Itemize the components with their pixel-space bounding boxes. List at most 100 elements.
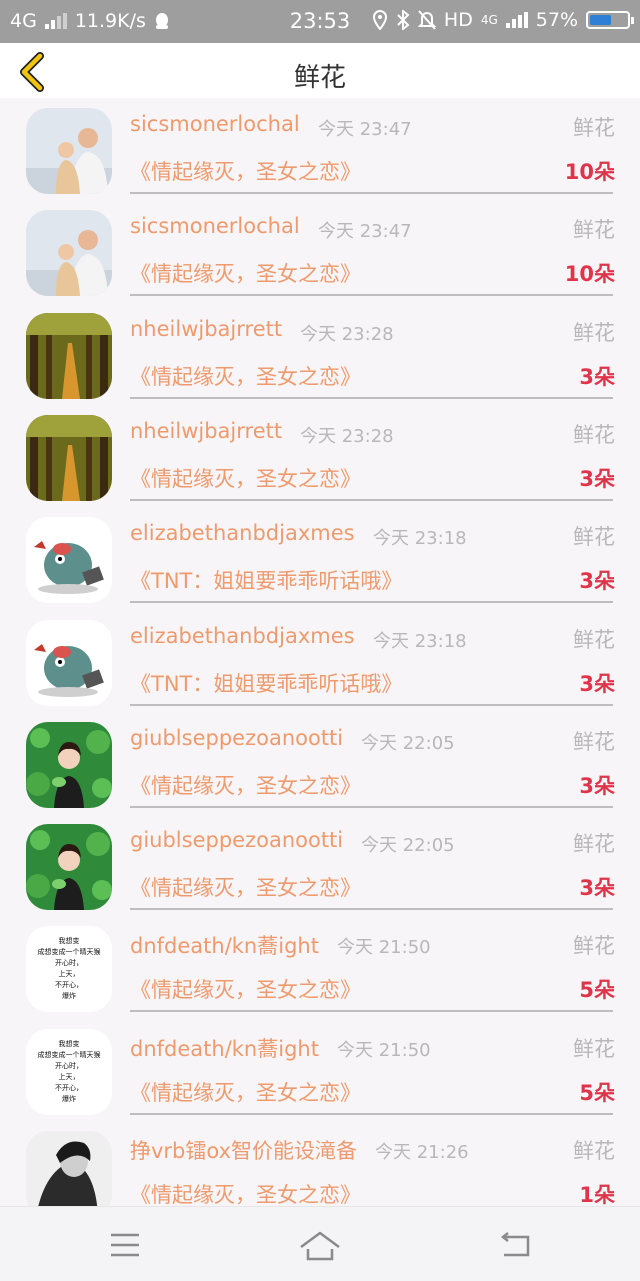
gift-row[interactable]: 挣vrb镭ox智价能设滝备 今天 21:26 鲜花 《情起缘灭，圣女之恋》 1朵	[0, 1121, 640, 1206]
username[interactable]: giublseppezoanootti	[130, 726, 343, 750]
gift-list[interactable]: sicsmonerlochal 今天 23:47 鲜花 《情起缘灭，圣女之恋》 10朵 s…	[0, 98, 640, 1206]
avatar-caption: 上天，	[58, 1072, 80, 1081]
avatar[interactable]: 我想变 成想变成一个晴天猴 开心时， 上天， 不开心， 爆炸	[26, 1028, 112, 1115]
row-header: sicsmonerlochal 今天 23:47 鲜花	[130, 112, 615, 142]
row-detail: 《情起缘灭，圣女之恋》 3朵	[130, 463, 615, 493]
book-title-link[interactable]: 《情起缘灭，圣女之恋》	[130, 258, 361, 288]
gift-time: 今天 23:47	[318, 119, 412, 140]
row-header: elizabethanbdjaxmes 今天 23:18 鲜花	[130, 624, 615, 654]
book-title-link[interactable]: 《情起缘灭，圣女之恋》	[130, 156, 361, 186]
row-header: giublseppezoanootti 今天 22:05 鲜花	[130, 828, 615, 858]
avatar-caption: 我想变	[58, 937, 80, 946]
gift-count: 10朵	[564, 262, 615, 287]
row-header: nheilwjbajrrett 今天 23:28 鲜花	[130, 317, 615, 347]
avatar[interactable]	[26, 108, 112, 194]
gift-type: 鲜花	[573, 320, 615, 345]
book-title-link[interactable]: 《TNT：姐姐要乖乖听话哦》	[130, 565, 402, 595]
signal-icon-2	[505, 12, 528, 28]
row-divider	[130, 601, 613, 604]
row-detail: 《情起缘灭，圣女之恋》 10朵	[130, 156, 615, 186]
gift-time: 今天 21:50	[337, 937, 431, 959]
row-divider	[130, 908, 613, 911]
username[interactable]: giublseppezoanootti	[130, 828, 343, 852]
gift-row[interactable]: nheilwjbajrrett 今天 23:28 鲜花 《情起缘灭，圣女之恋》 3朵	[0, 405, 640, 507]
row-detail: 《TNT：姐姐要乖乖听话哦》 3朵	[130, 668, 615, 698]
gift-type: 鲜花	[573, 934, 615, 959]
row-detail: 《情起缘灭，圣女之恋》 3朵	[130, 361, 615, 391]
avatar-caption: 成想变成一个晴天猴	[37, 1050, 101, 1059]
status-bar: 4G 11.9K/s 23:53 HD 4G 57%	[0, 0, 640, 43]
row-detail: 《情起缘灭，圣女之恋》 3朵	[130, 770, 615, 800]
location-icon	[372, 10, 387, 30]
gift-row[interactable]: giublseppezoanootti 今天 22:05 鲜花 《情起缘灭，圣女之恋》…	[0, 814, 640, 916]
gift-count: 5朵	[579, 978, 615, 1003]
hd-badge: HD	[443, 9, 473, 31]
row-divider	[130, 703, 613, 706]
avatar[interactable]	[26, 824, 112, 911]
gift-time: 今天 23:18	[373, 630, 467, 652]
avatar[interactable]	[26, 517, 112, 604]
avatar[interactable]	[26, 312, 112, 399]
gift-time: 今天 22:05	[361, 835, 455, 857]
gift-time: 今天 23:28	[300, 425, 394, 447]
username[interactable]: sicsmonerlochal	[130, 112, 300, 136]
menu-icon[interactable]	[105, 1225, 145, 1265]
gift-row[interactable]: sicsmonerlochal 今天 23:47 鲜花《情起缘灭，圣女之恋》 10朵	[0, 98, 640, 200]
back-nav-icon[interactable]	[496, 1225, 536, 1265]
username[interactable]: dnfdeath/kn蕎ight	[130, 1033, 319, 1063]
username[interactable]: elizabethanbdjaxmes	[130, 521, 355, 545]
gift-count: 3朵	[579, 671, 615, 696]
gift-row[interactable]: elizabethanbdjaxmes 今天 23:18 鲜花 《TNT：姐姐要乖乖听…	[0, 507, 640, 609]
gift-time: 今天 21:50	[337, 1039, 431, 1061]
bluetooth-icon	[397, 10, 410, 30]
gift-row[interactable]: sicsmonerlochal 今天 23:47 鲜花 《情起缘灭，圣女之恋》 10朵	[0, 200, 640, 302]
gift-type: 鲜花	[573, 627, 615, 652]
gift-type: 鲜花	[573, 116, 615, 140]
row-divider	[130, 805, 613, 808]
book-title-link[interactable]: 《TNT：姐姐要乖乖听话哦》	[130, 668, 402, 698]
book-title-link[interactable]: 《情起缘灭，圣女之恋》	[130, 463, 361, 493]
gift-count: 3朵	[579, 569, 615, 594]
avatar[interactable]	[26, 619, 112, 706]
row-detail: 《情起缘灭，圣女之恋》 3朵	[130, 872, 615, 902]
avatar-caption: 不开心，	[55, 981, 83, 990]
book-title-link[interactable]: 《情起缘灭，圣女之恋》	[130, 872, 361, 902]
username[interactable]: elizabethanbdjaxmes	[130, 624, 355, 648]
book-title-link[interactable]: 《情起缘灭，圣女之恋》	[130, 361, 361, 391]
gift-count: 3朵	[579, 466, 615, 491]
username[interactable]: nheilwjbajrrett	[130, 419, 282, 443]
book-title-link[interactable]: 《情起缘灭，圣女之恋》	[130, 974, 361, 1004]
gift-time: 今天 23:28	[300, 323, 394, 345]
row-divider	[130, 1010, 613, 1013]
username[interactable]: dnfdeath/kn蕎ight	[130, 930, 319, 960]
gift-row[interactable]: nheilwjbajrrett 今天 23:28 鲜花《情起缘灭，圣女之恋》 3朵	[0, 303, 640, 405]
gift-type: 鲜花	[573, 1036, 615, 1061]
book-title-link[interactable]: 《情起缘灭，圣女之恋》	[130, 1077, 361, 1107]
system-nav-bar	[0, 1206, 640, 1281]
book-title-link[interactable]: 《情起缘灭，圣女之恋》	[130, 770, 361, 800]
username[interactable]: 挣vrb镭ox智价能设滝备	[130, 1135, 357, 1165]
avatar-caption: 上天，	[58, 970, 80, 979]
username[interactable]: sicsmonerlochal	[130, 214, 300, 238]
avatar[interactable]	[26, 1131, 112, 1206]
book-title-link[interactable]: 《情起缘灭，圣女之恋》	[130, 1179, 361, 1206]
gift-type: 鲜花	[573, 729, 615, 754]
row-detail: 《情起缘灭，圣女之恋》 5朵	[130, 1077, 615, 1107]
avatar[interactable]: 我想变 成想变成一个晴天猴 开心时， 上天， 不开心， 爆炸	[26, 926, 112, 1013]
row-divider	[130, 294, 613, 297]
avatar-caption: 成想变成一个晴天猴	[37, 948, 101, 957]
home-icon[interactable]	[298, 1225, 342, 1265]
row-divider	[130, 396, 613, 399]
avatar[interactable]	[26, 210, 112, 297]
gift-row[interactable]: giublseppezoanootti 今天 22:05 鲜花 《情起缘灭，圣女之恋》…	[0, 712, 640, 814]
gift-count: 1朵	[579, 1183, 615, 1206]
gift-row[interactable]: 我想变 成想变成一个晴天猴 开心时， 上天， 不开心， 爆炸 dnfdeath/kn蕎igh…	[0, 1019, 640, 1121]
avatar[interactable]	[26, 414, 112, 501]
gift-row[interactable]: 我想变 成想变成一个晴天猴 开心时， 上天， 不开心， 爆炸 dnfdeath/kn蕎igh…	[0, 916, 640, 1018]
gift-count: 3朵	[579, 364, 615, 389]
gift-type: 鲜花	[573, 218, 615, 243]
username[interactable]: nheilwjbajrrett	[130, 317, 282, 341]
row-header: dnfdeath/kn蕎ight 今天 21:50 鲜花	[130, 930, 615, 960]
gift-row[interactable]: elizabethanbdjaxmes 今天 23:18 鲜花《TNT：姐姐要乖乖听…	[0, 610, 640, 712]
avatar[interactable]	[26, 721, 112, 808]
